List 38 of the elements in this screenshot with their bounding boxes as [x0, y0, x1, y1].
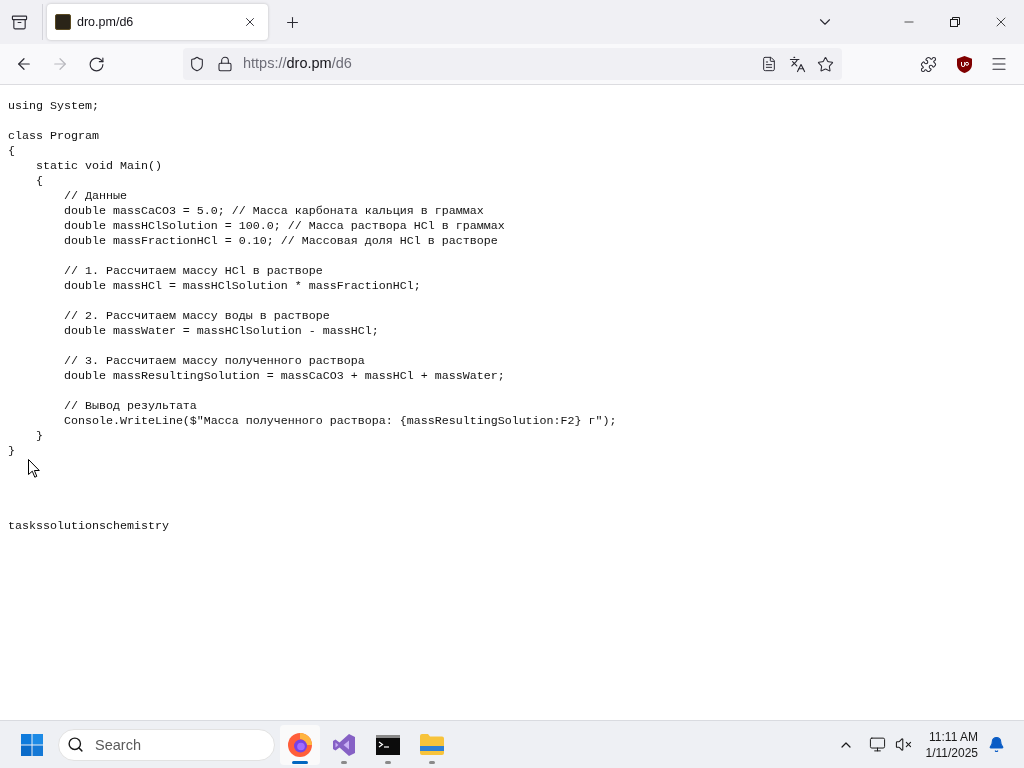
running-indicator-icon	[292, 760, 308, 764]
translate-icon[interactable]	[789, 55, 806, 73]
monitor-icon	[869, 736, 886, 753]
shield-icon	[189, 56, 205, 72]
extension-shield-icon	[956, 55, 972, 73]
lock-icon	[217, 56, 233, 72]
search-icon	[67, 736, 84, 753]
browser-taskbar-button[interactable]	[280, 724, 320, 765]
folder-icon	[420, 734, 444, 755]
archive-box-icon	[10, 13, 28, 31]
mouse-pointer-icon	[28, 459, 40, 478]
search-field[interactable]: Search	[58, 728, 275, 761]
menu-icon	[990, 55, 1008, 73]
terminal-window-icon	[376, 734, 400, 755]
url-text: https://dro.pm/d6	[243, 54, 352, 74]
puzzle-icon	[919, 55, 937, 73]
clock-time: 11:11 AM	[929, 728, 978, 745]
muted-speaker-icon	[895, 736, 912, 753]
bell-icon	[987, 736, 1005, 753]
reload-icon	[87, 55, 105, 73]
running-indicator-icon	[429, 760, 435, 764]
star-icon[interactable]	[817, 55, 834, 73]
address-field[interactable]: https://dro.pm/d6	[183, 48, 842, 80]
restore-icon	[950, 17, 960, 27]
browser-tab[interactable]: dro.pm/d6	[47, 4, 268, 40]
close-icon	[243, 15, 257, 29]
arrow-right-icon	[51, 55, 69, 73]
running-indicator-icon	[341, 760, 347, 764]
running-indicator-icon	[385, 760, 391, 764]
tab-title: dro.pm/d6	[77, 13, 134, 31]
four-tiles-logo-icon	[21, 733, 43, 756]
ribbon-logo-icon	[332, 732, 356, 757]
clock-date: 1/11/2025	[925, 744, 978, 761]
browser-logo-icon	[288, 732, 312, 757]
code-text: using System; class Program { static void Main() { // Данные double massCaCO3 = 5.0; // Масса карбоната кальция в граммах double massHClSolution = 100.0; // Масса раствора HCl в граммах double massFractionHCl = 0.10; // Массовая доля HCl в растворе // 1. Рассчитаем массу HCl в растворе double massHCl = massHClSolution * massFractionHCl; // 2. Рассчитаем массу воды в растворе double massWater = massHClSolution - massHCl; // 3. Рассчитаем массу полученного раствора double massResultingSolution = massCaCO3 + massHCl + massWater; // Вывод результата Console.WriteLine($"Масса полученного раствора: {massResultingSolution:F2} г"); } }	[8, 99, 617, 459]
reader-view-icon[interactable]	[761, 56, 777, 72]
favicon-icon	[55, 14, 71, 30]
footer-text: taskssolutionschemistry	[8, 519, 169, 534]
